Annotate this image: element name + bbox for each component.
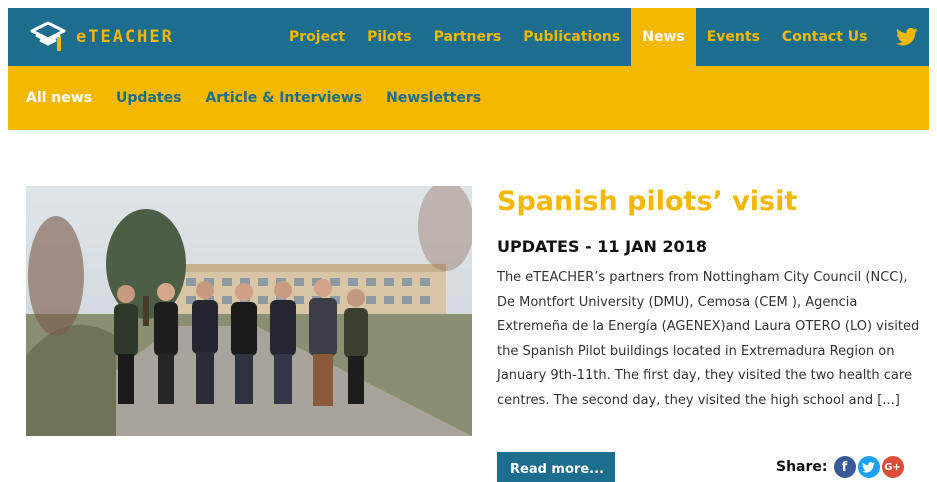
nav-item-pilots[interactable]: Pilots	[356, 8, 423, 66]
nav-item-events[interactable]: Events	[696, 8, 771, 66]
nav-item-partners[interactable]: Partners	[423, 8, 513, 66]
subnav-item-newsletters[interactable]: Newsletters	[386, 66, 481, 130]
subnav-item-all-news[interactable]: All news	[26, 66, 92, 130]
article-excerpt: The eTEACHER’s partners from Nottingham …	[497, 270, 920, 408]
twitter-icon[interactable]	[857, 456, 880, 478]
facebook-icon[interactable]: f	[833, 456, 856, 478]
news-subnav: All news Updates Article & Interviews Ne…	[26, 66, 505, 130]
share-bar: Share: f G+	[776, 456, 904, 478]
article-title[interactable]: Spanish pilots’ visit	[497, 186, 797, 217]
subnav-item-articles-interviews[interactable]: Article & Interviews	[205, 66, 362, 130]
site-logo[interactable]: eTEACHER	[30, 20, 174, 54]
nav-item-publications[interactable]: Publications	[512, 8, 631, 66]
eteacher-logo-icon	[30, 21, 66, 51]
site-logo-text: eTEACHER	[76, 27, 174, 47]
nav-item-project[interactable]: Project	[278, 8, 356, 66]
main-nav: Project Pilots Partners Publications New…	[278, 8, 879, 66]
google-plus-icon[interactable]: G+	[881, 456, 904, 478]
read-more-button[interactable]: Read more...	[497, 452, 615, 482]
nav-item-news[interactable]: News	[631, 8, 696, 66]
subnav-item-updates[interactable]: Updates	[116, 66, 181, 130]
article-photo[interactable]	[26, 186, 472, 436]
top-navigation-bar: eTEACHER Project Pilots Partners Publica…	[8, 8, 929, 66]
news-subnav-bar: All news Updates Article & Interviews Ne…	[8, 66, 929, 130]
share-label: Share:	[776, 459, 828, 475]
article-category-date: UPDATES - 11 JAN 2018	[497, 237, 707, 256]
twitter-icon[interactable]	[896, 27, 918, 47]
nav-item-contact-us[interactable]: Contact Us	[771, 8, 879, 66]
